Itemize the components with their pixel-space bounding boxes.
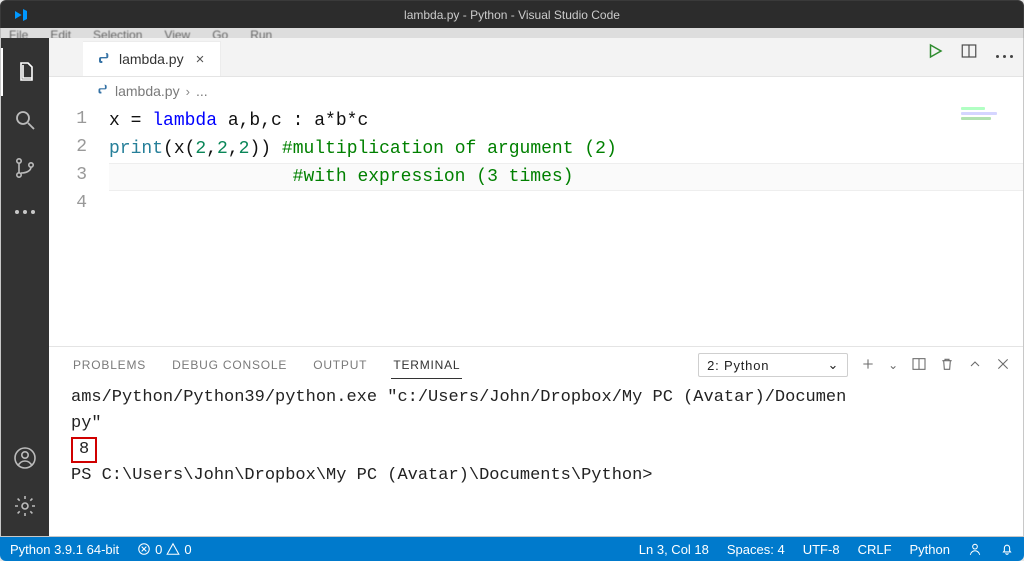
terminal-output-highlight: 8 xyxy=(71,437,97,463)
new-terminal-button[interactable] xyxy=(860,356,876,375)
panel-tab-problems[interactable]: PROBLEMS xyxy=(71,352,148,378)
feedback-icon xyxy=(968,542,982,556)
more-activities[interactable] xyxy=(1,192,49,232)
code-line[interactable]: x = lambda a,b,c : a*b*c xyxy=(109,107,1023,135)
vscode-window: lambda.py - Python - Visual Studio Code … xyxy=(0,0,1024,561)
explorer-activity[interactable] xyxy=(1,48,49,96)
editor-body: lambda.py × lambda.py xyxy=(0,38,1024,537)
close-panel-button[interactable] xyxy=(995,356,1011,375)
status-lang[interactable]: Python xyxy=(906,542,954,557)
chevron-up-icon xyxy=(967,356,983,372)
title-bar: lambda.py - Python - Visual Studio Code xyxy=(0,0,1024,28)
panel-tab-debug-console[interactable]: DEBUG CONSOLE xyxy=(170,352,289,378)
terminal-select[interactable]: 2: Python ⌄ xyxy=(698,353,848,377)
line-number: 4 xyxy=(49,189,97,217)
panel-tabs: PROBLEMS DEBUG CONSOLE OUTPUT TERMINAL 2… xyxy=(49,347,1023,383)
code-line[interactable]: print(x(2,2,2)) #multiplication of argum… xyxy=(109,135,1023,163)
tab-label: lambda.py xyxy=(119,51,184,67)
python-file-icon xyxy=(95,51,111,67)
status-feedback[interactable] xyxy=(964,542,986,556)
search-icon xyxy=(13,108,37,132)
split-icon xyxy=(911,356,927,372)
minimap[interactable] xyxy=(961,107,1021,147)
line-number: 2 xyxy=(49,133,97,161)
status-problems[interactable]: 0 0 xyxy=(133,542,195,557)
main-area: lambda.py × lambda.py xyxy=(49,38,1023,536)
trash-icon xyxy=(939,356,955,372)
more-editor-actions[interactable] xyxy=(994,45,1015,63)
panel-actions: 2: Python ⌄ ⌄ xyxy=(698,353,1023,377)
vscode-logo-icon xyxy=(13,7,29,23)
files-icon xyxy=(14,60,38,84)
bell-icon xyxy=(1000,542,1014,556)
status-notifications[interactable] xyxy=(996,542,1018,556)
accounts-activity[interactable] xyxy=(1,434,49,482)
code-line[interactable] xyxy=(109,191,1023,219)
status-encoding[interactable]: UTF-8 xyxy=(799,542,844,557)
status-spaces[interactable]: Spaces: 4 xyxy=(723,542,789,557)
panel: PROBLEMS DEBUG CONSOLE OUTPUT TERMINAL 2… xyxy=(49,346,1023,536)
play-icon xyxy=(926,42,944,60)
activity-bar xyxy=(1,38,49,536)
panel-tab-terminal[interactable]: TERMINAL xyxy=(391,352,462,379)
terminal-line: ams/Python/Python39/python.exe "c:/Users… xyxy=(71,388,846,407)
account-icon xyxy=(13,446,37,470)
menu-bar: FileEditSelectionViewGoRun xyxy=(0,28,1024,38)
warning-icon xyxy=(166,542,180,556)
close-icon xyxy=(995,356,1011,372)
split-icon xyxy=(960,42,978,60)
run-button[interactable] xyxy=(926,42,944,65)
terminal[interactable]: ams/Python/Python39/python.exe "c:/Users… xyxy=(49,383,1023,536)
line-number: 3 xyxy=(49,161,97,189)
tab-close-button[interactable]: × xyxy=(192,51,209,68)
search-activity[interactable] xyxy=(1,96,49,144)
scm-activity[interactable] xyxy=(1,144,49,192)
tab-bar: lambda.py × xyxy=(49,38,1023,77)
status-eol[interactable]: CRLF xyxy=(854,542,896,557)
code-column[interactable]: x = lambda a,b,c : a*b*cprint(x(2,2,2)) … xyxy=(109,107,1023,219)
chevron-down-icon: ⌄ xyxy=(827,357,839,373)
branch-icon xyxy=(13,156,37,180)
python-file-icon xyxy=(95,83,109,100)
editor-actions xyxy=(926,42,1015,65)
line-gutter: 1234 xyxy=(49,105,97,217)
menu-blur: FileEditSelectionViewGoRun xyxy=(9,28,272,38)
gear-icon xyxy=(13,494,37,518)
error-icon xyxy=(137,542,151,556)
code-editor[interactable]: 1234 x = lambda a,b,c : a*b*cprint(x(2,2… xyxy=(49,105,1023,346)
status-bar: Python 3.9.1 64-bit 0 0 Ln 3, Col 18 Spa… xyxy=(0,537,1024,561)
plus-icon xyxy=(860,356,876,372)
terminal-prompt: PS C:\Users\John\Dropbox\My PC (Avatar)\… xyxy=(71,466,653,485)
terminal-dropdown-button[interactable]: ⌄ xyxy=(888,358,899,372)
chevron-right-icon: › xyxy=(186,84,190,99)
status-lncol[interactable]: Ln 3, Col 18 xyxy=(635,542,713,557)
window-title: lambda.py - Python - Visual Studio Code xyxy=(404,8,620,22)
maximize-panel-button[interactable] xyxy=(967,356,983,375)
terminal-line: py" xyxy=(71,414,102,433)
status-errors-count: 0 xyxy=(155,542,162,557)
breadcrumb[interactable]: lambda.py › ... xyxy=(49,77,1023,105)
breadcrumb-ellipsis: ... xyxy=(196,83,208,99)
split-terminal-button[interactable] xyxy=(911,356,927,375)
status-warnings-count: 0 xyxy=(184,542,191,557)
kill-terminal-button[interactable] xyxy=(939,356,955,375)
code-line[interactable]: #with expression (3 times) xyxy=(109,163,1023,191)
line-number: 1 xyxy=(49,105,97,133)
split-editor-button[interactable] xyxy=(960,42,978,65)
status-python[interactable]: Python 3.9.1 64-bit xyxy=(6,542,123,557)
breadcrumb-filename: lambda.py xyxy=(115,83,180,99)
terminal-select-label: 2: Python xyxy=(707,358,769,373)
editor-tab-lambda[interactable]: lambda.py × xyxy=(83,41,221,76)
settings-activity[interactable] xyxy=(1,482,49,530)
panel-tab-output[interactable]: OUTPUT xyxy=(311,352,369,378)
